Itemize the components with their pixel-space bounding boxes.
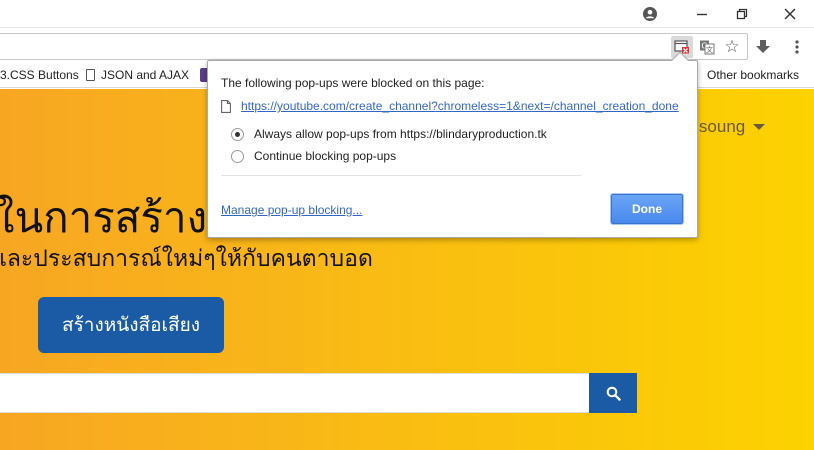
bookmark-label: 3.CSS Buttons	[0, 68, 79, 82]
create-audiobook-button[interactable]: สร้างหนังสือเสียง	[38, 297, 224, 353]
search-icon	[606, 386, 621, 401]
caret-down-icon	[753, 124, 766, 130]
account-icon[interactable]	[630, 0, 670, 28]
option-label: Always allow pop-ups from https://blinda…	[254, 127, 547, 141]
continue-blocking-option[interactable]: Continue blocking pop-ups	[231, 149, 396, 163]
radio-button-selected[interactable]	[231, 127, 244, 141]
menu-icon[interactable]	[786, 36, 808, 58]
download-icon[interactable]	[752, 36, 774, 58]
manage-popup-blocking-link[interactable]: Manage pop-up blocking...	[221, 203, 362, 217]
star-icon[interactable]: ☆	[721, 36, 743, 58]
page-icon	[86, 69, 95, 81]
popup-blocked-bubble: The following pop-ups were blocked on th…	[207, 51, 698, 238]
search-button[interactable]	[589, 373, 637, 413]
radio-button[interactable]	[231, 149, 244, 163]
search-input[interactable]	[0, 373, 590, 413]
hero-subtitle: และประสบการณ์ใหม่ๆให้กับคนตาบอด	[0, 246, 373, 272]
bubble-title: The following pop-ups were blocked on th…	[221, 76, 485, 90]
blocked-popup-item: https://youtube.com/create_channel?chrom…	[221, 99, 679, 113]
window-titlebar	[0, 0, 814, 28]
done-button[interactable]: Done	[611, 194, 683, 224]
restore-icon[interactable]	[722, 0, 762, 28]
minimize-icon[interactable]	[682, 0, 722, 28]
always-allow-option[interactable]: Always allow pop-ups from https://blinda…	[231, 127, 547, 141]
option-label: Continue blocking pop-ups	[254, 149, 397, 163]
bookmark-item[interactable]: JSON and AJAX	[86, 68, 189, 82]
bookmark-label: JSON and AJAX	[101, 68, 190, 82]
close-icon[interactable]	[770, 0, 810, 28]
blocked-popup-link[interactable]: https://youtube.com/create_channel?chrom…	[241, 99, 679, 113]
bookmark-item[interactable]: 3.CSS Buttons	[0, 68, 79, 82]
svg-text:文: 文	[706, 45, 713, 54]
page-icon	[221, 99, 231, 113]
divider	[221, 175, 581, 176]
other-bookmarks[interactable]: Other bookmarks	[707, 68, 799, 82]
translate-icon[interactable]: G文	[696, 36, 718, 58]
other-bookmarks-label: Other bookmarks	[707, 68, 800, 82]
address-bar[interactable]	[0, 33, 748, 60]
